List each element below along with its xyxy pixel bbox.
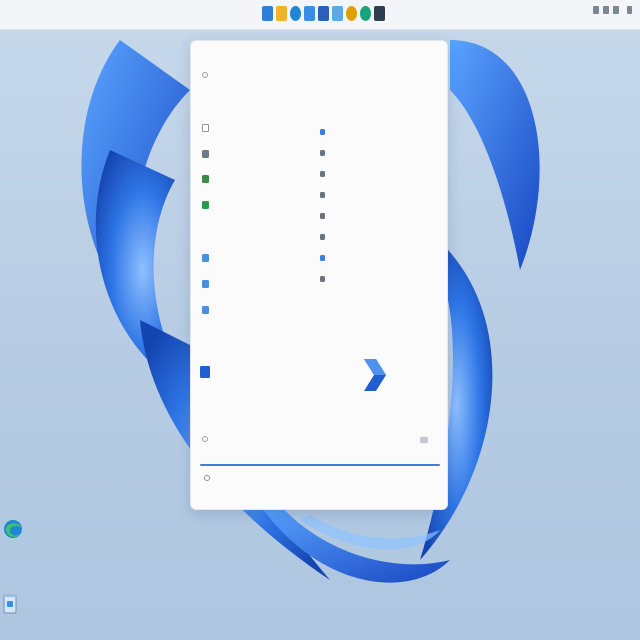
chrome-icon[interactable] (346, 6, 357, 21)
repair-icon (320, 212, 325, 219)
search-input[interactable] (200, 468, 440, 488)
launch-icon (320, 128, 325, 135)
right-panel-item[interactable] (320, 232, 330, 241)
network-icon[interactable] (603, 6, 609, 14)
search-icon (202, 436, 208, 442)
search-icon (202, 72, 208, 78)
right-panel-item[interactable] (320, 127, 330, 136)
edge-icon (4, 520, 22, 538)
list-item[interactable] (202, 174, 213, 184)
app-icon (202, 201, 209, 209)
reset-icon (320, 233, 325, 240)
start-icon[interactable] (262, 6, 273, 21)
pin-icon (320, 170, 325, 177)
list-item[interactable] (202, 279, 213, 289)
power-automate-icon (200, 366, 210, 378)
list-item[interactable] (202, 305, 213, 315)
notification-icon[interactable] (627, 6, 632, 14)
taskbar-pinned-apps (262, 6, 385, 21)
search-box-underline (200, 464, 440, 466)
right-panel-item[interactable] (320, 274, 330, 283)
recycle-bin-desktop-icon[interactable] (2, 590, 18, 614)
app-icon (202, 150, 209, 158)
edge-icon[interactable] (290, 6, 301, 21)
right-panel-item[interactable] (320, 211, 330, 220)
share-icon (320, 254, 325, 261)
document-icon (202, 280, 209, 288)
volume-icon[interactable] (613, 6, 619, 14)
list-item[interactable] (202, 123, 213, 133)
right-panel-item[interactable] (320, 253, 330, 262)
taskbar (0, 0, 640, 30)
terminal-icon[interactable] (374, 6, 385, 21)
web-result[interactable] (202, 434, 212, 444)
right-panel-item[interactable] (320, 190, 330, 199)
list-item[interactable] (202, 149, 213, 159)
right-panel-item[interactable] (320, 169, 330, 178)
word-icon[interactable] (318, 6, 329, 21)
file-explorer-icon[interactable] (276, 6, 287, 21)
notepad-icon[interactable] (332, 6, 343, 21)
right-panel-item[interactable] (320, 148, 330, 157)
app-icon (202, 175, 209, 183)
list-item[interactable] (202, 253, 213, 263)
list-item[interactable] (200, 364, 214, 380)
settings-icon[interactable] (360, 6, 371, 21)
search-panel (190, 40, 448, 510)
list-item[interactable] (202, 200, 213, 210)
search-icon (204, 475, 210, 481)
recycle-bin-icon (3, 594, 17, 614)
document-icon (202, 254, 209, 262)
document-icon (202, 306, 209, 314)
query-row[interactable] (202, 70, 212, 80)
power-automate-logo (364, 359, 386, 391)
edge-desktop-icon[interactable] (2, 514, 24, 540)
arrow-right-icon[interactable] (420, 437, 428, 443)
chevron-up-icon[interactable] (593, 6, 599, 14)
uninstall-icon (320, 275, 325, 282)
settings-icon (320, 191, 325, 198)
system-tray (593, 6, 632, 14)
store-icon[interactable] (304, 6, 315, 21)
file-icon (202, 124, 209, 132)
pin-icon (320, 149, 325, 156)
